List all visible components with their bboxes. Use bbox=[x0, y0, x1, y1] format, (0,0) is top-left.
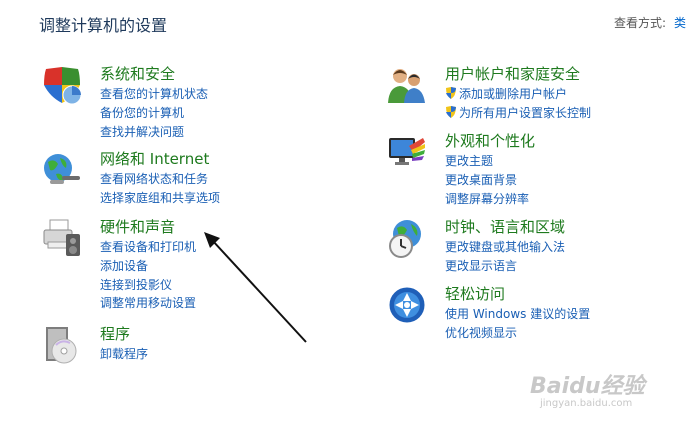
watermark-logo: Baidu经验 bbox=[530, 374, 645, 399]
baidu-watermark: Baidu经验 jingyan.baidu.com bbox=[530, 368, 645, 409]
watermark-url: jingyan.baidu.com bbox=[540, 398, 633, 409]
annotation-arrow-icon bbox=[204, 232, 307, 343]
